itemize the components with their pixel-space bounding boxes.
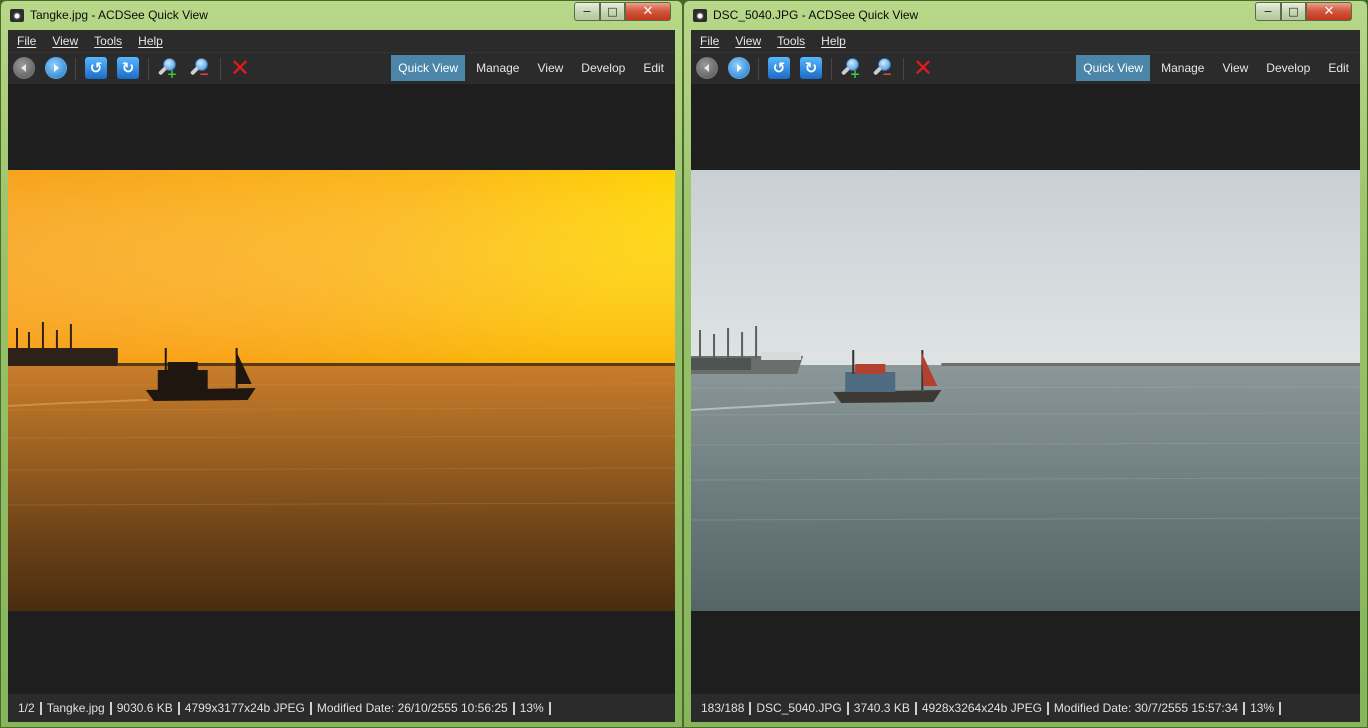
menu-view[interactable]: View <box>52 34 78 48</box>
rotate-left-icon[interactable]: ↺ <box>84 56 108 80</box>
minimize-button[interactable]: − <box>1255 2 1281 21</box>
tab-develop[interactable]: Develop <box>1259 55 1317 81</box>
photo-overcast-boat <box>691 170 1360 611</box>
zoom-out-icon[interactable]: − <box>188 56 212 80</box>
menu-help[interactable]: Help <box>138 34 163 48</box>
menu-bar: File View Tools Help <box>691 30 1360 52</box>
tab-manage[interactable]: Manage <box>1154 55 1211 81</box>
menu-help[interactable]: Help <box>821 34 846 48</box>
maximize-button[interactable]: □ <box>1281 2 1306 21</box>
quick-view-window-left: Tangke.jpg - ACDSee Quick View − □ ✕ Fil… <box>0 0 683 728</box>
rotate-left-icon[interactable]: ↺ <box>767 56 791 80</box>
menu-view[interactable]: View <box>735 34 761 48</box>
tab-develop[interactable]: Develop <box>574 55 632 81</box>
acdsee-app-icon <box>693 9 707 22</box>
zoom-in-icon[interactable]: + <box>156 56 180 80</box>
toolbar: ↺ ↻ + − ✕ Quick View Manage View Develop… <box>8 52 675 84</box>
status-filesize: 9030.6 KB <box>112 701 180 715</box>
zoom-in-icon[interactable]: + <box>839 56 863 80</box>
menu-tools[interactable]: Tools <box>777 34 805 48</box>
photo-sunset-boat <box>8 170 675 611</box>
menu-file[interactable]: File <box>17 34 36 48</box>
tab-edit[interactable]: Edit <box>636 55 671 81</box>
toolbar: ↺ ↻ + − ✕ Quick View Manage View Develop… <box>691 52 1360 84</box>
status-image-index: 1/2 <box>13 701 42 715</box>
status-modified-date: Modified Date: 30/7/2555 15:57:34 <box>1049 701 1246 715</box>
status-filename: Tangke.jpg <box>42 701 112 715</box>
mode-tabs: Quick View Manage View Develop Edit <box>387 54 671 81</box>
menu-file[interactable]: File <box>700 34 719 48</box>
tab-view[interactable]: View <box>1215 55 1255 81</box>
title-bar[interactable]: Tangke.jpg - ACDSee Quick View − □ ✕ <box>1 1 682 30</box>
status-dimensions: 4928x3264x24b JPEG <box>917 701 1049 715</box>
back-icon[interactable] <box>695 56 719 80</box>
forward-icon[interactable] <box>727 56 751 80</box>
menu-tools[interactable]: Tools <box>94 34 122 48</box>
status-bar: 1/2 Tangke.jpg 9030.6 KB 4799x3177x24b J… <box>8 694 675 722</box>
delete-icon[interactable]: ✕ <box>911 56 935 80</box>
rotate-right-icon[interactable]: ↻ <box>799 56 823 80</box>
minimize-button[interactable]: − <box>574 2 600 21</box>
status-dimensions: 4799x3177x24b JPEG <box>180 701 312 715</box>
menu-bar: File View Tools Help <box>8 30 675 52</box>
tab-quick-view[interactable]: Quick View <box>391 54 466 81</box>
tab-quick-view[interactable]: Quick View <box>1076 54 1151 81</box>
tab-manage[interactable]: Manage <box>469 55 526 81</box>
status-image-index: 183/188 <box>696 701 752 715</box>
rotate-right-icon[interactable]: ↻ <box>116 56 140 80</box>
mode-tabs: Quick View Manage View Develop Edit <box>1072 54 1356 81</box>
status-zoom[interactable]: 13% <box>515 701 551 715</box>
window-title: Tangke.jpg - ACDSee Quick View <box>30 8 208 22</box>
status-bar: 183/188 DSC_5040.JPG 3740.3 KB 4928x3264… <box>691 694 1360 722</box>
status-zoom[interactable]: 13% <box>1245 701 1282 715</box>
maximize-button[interactable]: □ <box>600 2 625 21</box>
quick-view-window-right: DSC_5040.JPG - ACDSee Quick View − □ ✕ F… <box>683 0 1368 728</box>
status-filesize: 3740.3 KB <box>849 701 917 715</box>
delete-icon[interactable]: ✕ <box>228 56 252 80</box>
tab-edit[interactable]: Edit <box>1321 55 1356 81</box>
close-button[interactable]: ✕ <box>625 2 671 21</box>
close-button[interactable]: ✕ <box>1306 2 1352 21</box>
forward-icon[interactable] <box>44 56 68 80</box>
tab-view[interactable]: View <box>530 55 570 81</box>
zoom-out-icon[interactable]: − <box>871 56 895 80</box>
title-bar[interactable]: DSC_5040.JPG - ACDSee Quick View − □ ✕ <box>684 1 1367 30</box>
status-filename: DSC_5040.JPG <box>751 701 849 715</box>
image-viewer[interactable] <box>8 84 675 694</box>
window-title: DSC_5040.JPG - ACDSee Quick View <box>713 8 919 22</box>
status-modified-date: Modified Date: 26/10/2555 10:56:25 <box>312 701 515 715</box>
image-viewer[interactable] <box>691 84 1360 694</box>
back-icon[interactable] <box>12 56 36 80</box>
acdsee-app-icon <box>10 9 24 22</box>
